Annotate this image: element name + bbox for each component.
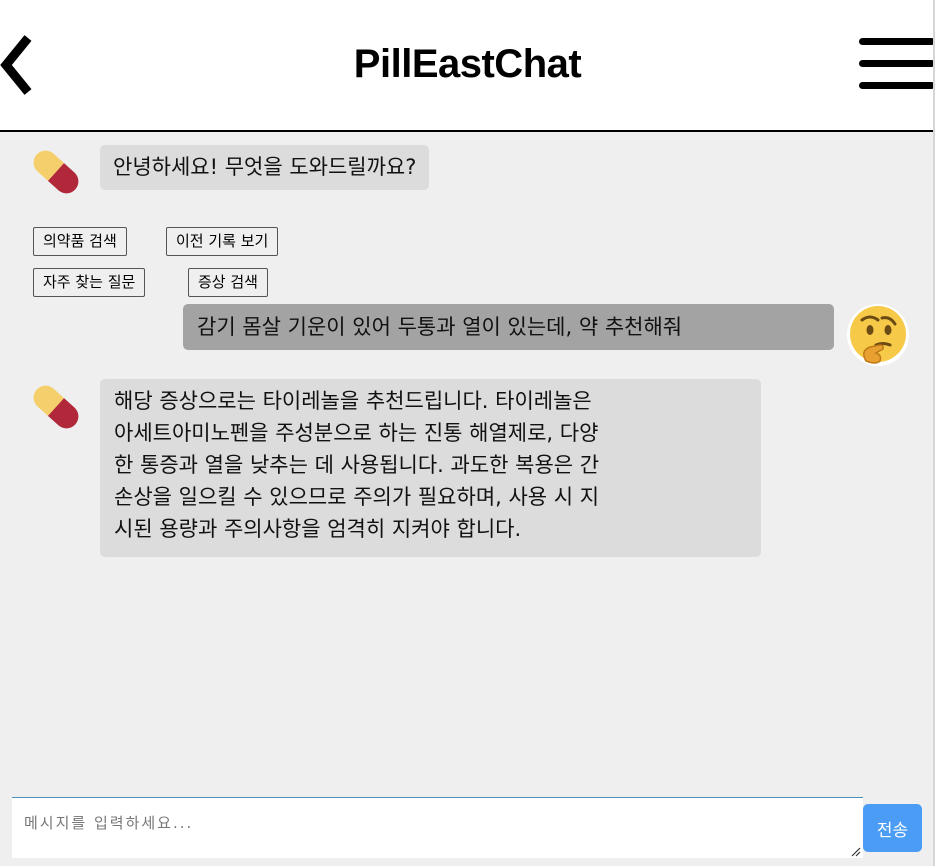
message-text: 감기 몸살 기운이 있어 두통과 열이 있는데, 약 추천해줘	[197, 315, 683, 339]
message-input[interactable]	[12, 797, 863, 858]
quick-reply-drug-search[interactable]: 의약품 검색	[33, 227, 127, 256]
quick-reply-history[interactable]: 이전 기록 보기	[166, 227, 279, 256]
user-message: 감기 몸살 기운이 있어 두통과 열이 있는데, 약 추천해줘	[183, 304, 834, 350]
bot-avatar	[28, 379, 84, 435]
message-line: 시된 용량과 주의사항을 엄격히 지켜야 합니다.	[114, 517, 522, 541]
pill-capsule-icon	[33, 150, 79, 194]
menu-line	[859, 60, 935, 67]
message-line: 한 통증과 열을 낮추는 데 사용됩니다. 과도한 복용은 간	[114, 453, 600, 477]
bot-message: 해당 증상으로는 타이레놀을 추천드립니다. 타이레놀은 아세트아미노펜을 주성…	[100, 379, 761, 557]
menu-line	[859, 82, 935, 89]
thinking-face-emoji	[847, 304, 909, 366]
quick-reply-symptom-search[interactable]: 증상 검색	[188, 268, 268, 297]
resize-grip-icon[interactable]	[849, 845, 861, 857]
app-header: PillEastChat	[0, 0, 935, 132]
hamburger-menu-icon	[859, 38, 935, 45]
message-line: 손상을 일으킬 수 있으므로 주의가 필요하며, 사용 시 지	[114, 485, 600, 509]
app-title: PillEastChat	[353, 42, 582, 86]
message-text: 안녕하세요! 무엇을 도와드릴까요?	[113, 155, 417, 179]
message-line: 해당 증상으로는 타이레놀을 추천드립니다. 타이레놀은	[114, 389, 592, 413]
message-line: 아세트아미노펜을 주성분으로 하는 진통 해열제로, 다양	[114, 421, 599, 445]
user-avatar	[846, 303, 910, 367]
menu-button[interactable]	[859, 38, 935, 90]
quick-reply-faq[interactable]: 자주 찾는 질문	[33, 268, 146, 297]
bot-avatar	[28, 144, 84, 200]
bot-message: 안녕하세요! 무엇을 도와드릴까요?	[100, 145, 430, 190]
pill-capsule-icon	[33, 385, 79, 429]
send-button[interactable]: 전송	[863, 804, 922, 852]
message-composer: 전송	[0, 796, 935, 866]
